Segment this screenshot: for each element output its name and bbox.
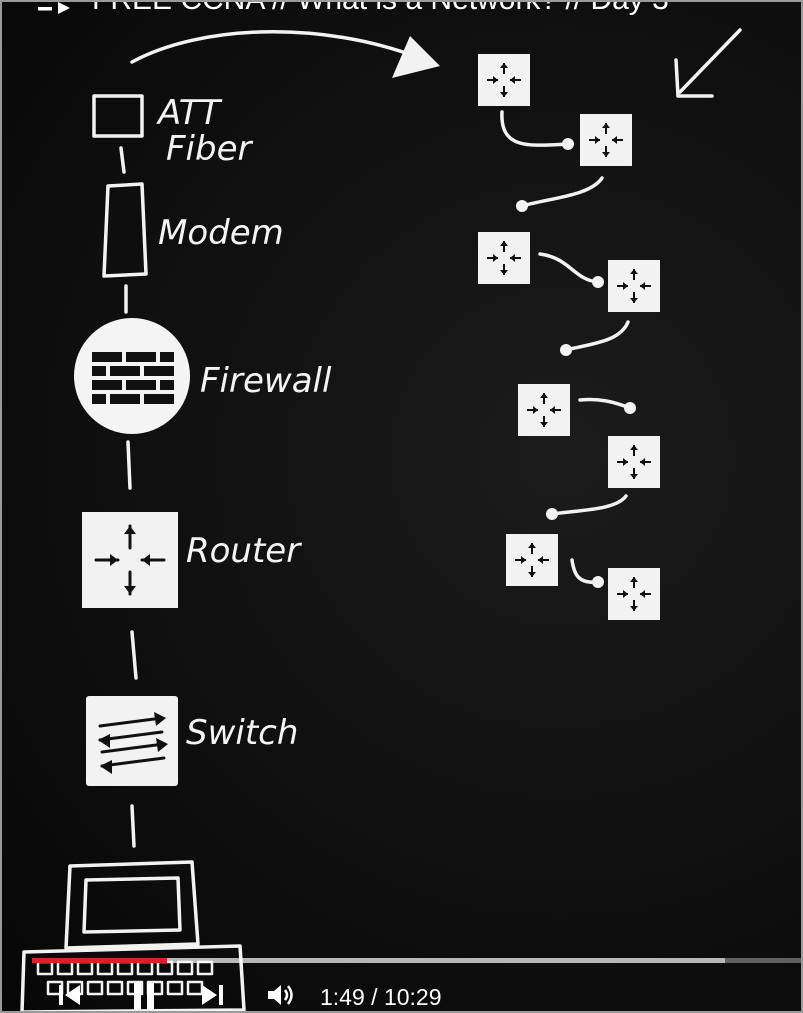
router-label: Router [186,531,302,571]
player-controls: 1:49 / 10:29 [0,950,803,1013]
switch-label: Switch [186,713,298,753]
time-display: 1:49 / 10:29 [320,984,442,1011]
skip-next-button[interactable] [196,980,230,1010]
arrow-head [562,138,574,150]
playlist-icon[interactable] [38,0,70,14]
connection-arrow [578,397,632,410]
current-time: 1:49 [320,984,365,1010]
arrow-head [560,344,572,356]
router-icon-small [478,232,530,284]
pause-icon [134,982,154,1010]
progress-bar[interactable] [32,958,802,963]
router-icon-small [608,260,660,312]
volume-icon [268,985,293,1005]
arrow-head [624,402,636,414]
pause-button[interactable] [124,980,164,1010]
arrow-head [592,276,604,288]
connection-arrow [500,110,570,147]
switch-icon [86,696,178,786]
skip-previous-icon [59,985,80,1005]
att-label: ATT [156,93,223,133]
arrow-head [546,508,558,520]
arrow-head [516,200,528,212]
modem-label: Modem [158,213,284,253]
fiber-label: Fiber [166,129,254,169]
diagonal-arrow-topright [678,28,742,94]
time-separator: / [364,984,384,1010]
video-title-bar: FREE CCNA // What is a Network? // Day 3 [38,0,669,16]
connection-arrow [550,494,628,516]
whiteboard-video-frame: FREE CCNA // What is a Network? // Day 3… [20,0,742,1013]
router-icon-small [478,54,530,106]
router-icon-small [608,436,660,488]
firewall-icon [74,318,190,434]
connection-arrow [520,176,604,208]
video-title: FREE CCNA // What is a Network? // Day 3 [92,0,669,16]
curved-arrow-top [130,30,422,64]
connection-arrow [564,320,630,352]
skip-next-icon [202,985,223,1005]
skip-previous-button[interactable] [52,980,86,1010]
router-icon-small [608,568,660,620]
modem-box [102,182,148,278]
router-icon-small [506,534,558,586]
connection-arrow [538,252,600,284]
duration: 10:29 [383,984,442,1010]
volume-button[interactable] [264,980,298,1010]
arrow-head [592,576,604,588]
att-fiber-box [92,94,144,138]
router-icon-small [518,384,570,436]
router-icon-small [580,114,632,166]
router-icon [82,512,178,608]
progress-played [32,958,167,963]
arrow-head-top [392,36,440,78]
internet-router-path [478,54,660,620]
video-player[interactable]: FREE CCNA // What is a Network? // Day 3… [0,0,803,1013]
firewall-label: Firewall [200,361,332,401]
